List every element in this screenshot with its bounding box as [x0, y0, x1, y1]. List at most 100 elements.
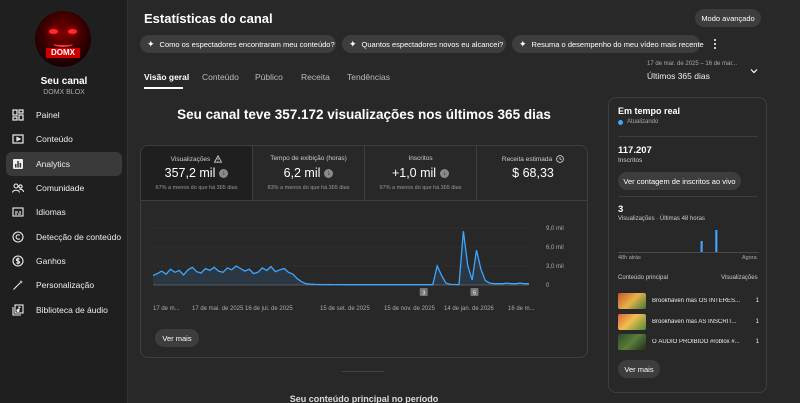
metric-comparison: 67% a menos do que há 365 dias: [155, 185, 238, 191]
metric-value: 6,2 mil ↓: [253, 166, 364, 180]
ask-chip-2[interactable]: ✦ Quantos espectadores novos eu alcancei…: [342, 35, 506, 53]
chart-x-tick-label: 16 de m...: [508, 306, 535, 312]
date-range-text: 17 de mar. de 2025 – 16 de mar...: [647, 61, 738, 67]
realtime-card: Em tempo real Atualizando 117.207 Inscri…: [608, 97, 767, 393]
video-views: 1: [755, 339, 759, 345]
chart-y-tick-label: 0: [546, 283, 550, 289]
sidebar-item-label: Personalização: [36, 280, 95, 290]
chevron-down-icon[interactable]: [750, 67, 758, 75]
sidebar-item-analytics[interactable]: Analytics: [6, 152, 122, 176]
metric-value: +1,0 mil ↓: [365, 166, 476, 180]
realtime-title: Em tempo real: [618, 106, 681, 116]
sidebar-item-conteudo[interactable]: Conteúdo: [6, 127, 122, 151]
tab-receita[interactable]: Receita: [301, 72, 330, 82]
top-video-row[interactable]: Brookhaven mas OS INTERES... 1: [618, 293, 759, 309]
realtime-views-label: Visualizações · Últimas 48 horas: [618, 216, 705, 222]
sparkle-icon: ✦: [519, 38, 527, 49]
chart-x-tick-label: 15 de set. de 2025: [320, 306, 370, 312]
realtime-subscribers-label: Inscritos: [618, 157, 643, 164]
chip-label: Como os espectadores encontraram meu con…: [159, 39, 335, 49]
metric-label-text: Visualizações: [170, 155, 211, 163]
avatar-mouth: [53, 41, 73, 47]
metric-value-text: 6,2 mil: [283, 166, 321, 180]
channel-avatar[interactable]: DOMX: [35, 11, 91, 67]
sidebar-item-label: Conteúdo: [36, 134, 73, 144]
metric-label: Visualizações: [141, 155, 252, 163]
metric-label: Tempo de exibição (horas): [270, 155, 347, 162]
overview-headline: Seu canal teve 357.172 visualizações nos…: [177, 107, 551, 122]
sidebar-item-label: Painel: [36, 110, 60, 120]
advanced-mode-button[interactable]: Modo avançado: [695, 9, 761, 27]
sidebar-item-ganhos[interactable]: Ganhos: [6, 249, 122, 273]
divider: [618, 136, 758, 137]
sidebar-item-biblioteca-audio[interactable]: Biblioteca de áudio: [6, 298, 122, 322]
video-thumbnail: [618, 293, 646, 309]
views-header: Visualizações: [721, 275, 758, 281]
metric-divider: [141, 200, 587, 201]
metric-subscribers[interactable]: Inscritos +1,0 mil ↓ 97% a menos do que …: [365, 146, 477, 200]
clock-icon: [556, 155, 564, 163]
top-video-row[interactable]: O ÁUDIO PROIBIDO #roblox #... 1: [618, 334, 759, 350]
chip-label: Quantos espectadores novos eu alcancei?: [361, 39, 504, 49]
realtime-bar-chart[interactable]: [618, 223, 759, 253]
sidebar-item-idiomas[interactable]: Idiomas: [6, 200, 122, 224]
realtime-views: 3: [618, 204, 624, 215]
top-content-title: Seu conteúdo principal no período: [289, 394, 439, 403]
copyright-icon: [12, 231, 24, 243]
metric-value-text: 357,2 mil: [164, 166, 216, 180]
top-video-row[interactable]: Brookhaven mas AS INSCRIT... 1: [618, 314, 759, 330]
chart-x-tick-label: 14 de jan. de 2026: [444, 306, 494, 312]
chart-y-tick-label: 3,0 mil: [546, 264, 564, 270]
video-title: O ÁUDIO PROIBIDO #roblox #...: [652, 339, 740, 345]
divider: [618, 196, 758, 197]
realtime-status: Atualizando: [618, 119, 658, 125]
sidebar-item-label: Comunidade: [36, 183, 85, 193]
community-icon: [12, 182, 24, 194]
sidebar-item-personalizacao[interactable]: Personalização: [6, 273, 122, 297]
sidebar-item-deteccao[interactable]: Detecção de conteúdo: [6, 225, 122, 249]
ask-chip-3[interactable]: ✦ Resuma o desempenho do meu vídeo mais …: [512, 35, 704, 53]
sidebar-item-label: Idiomas: [36, 207, 66, 217]
chart-y-tick-label: 9,0 mil: [546, 226, 564, 232]
metric-views[interactable]: Visualizações 357,2 mil ↓ 67% a menos do…: [141, 146, 253, 200]
sidebar: DOMX Seu canal DOMX BLOX Painel Conteúdo…: [0, 0, 128, 403]
sidebar-item-painel[interactable]: Painel: [6, 103, 122, 127]
audio-library-icon: [12, 304, 24, 316]
realtime-see-more-button[interactable]: Ver mais: [618, 360, 660, 378]
page-title: Estatísticas do canal: [144, 11, 273, 26]
metric-value: 357,2 mil ↓: [141, 166, 252, 180]
tab-visao-geral[interactable]: Visão geral: [144, 72, 189, 82]
tab-tendencias[interactable]: Tendências: [347, 72, 390, 82]
metric-value: $ 68,33: [512, 166, 554, 180]
views-line-chart[interactable]: 9,0 mil 6,0 mil 3,0 mil 0 3 5 17 de m... 17 de …: [141, 206, 588, 318]
video-views: 1: [755, 319, 759, 325]
overview-see-more-button[interactable]: Ver mais: [155, 329, 199, 347]
date-range-label[interactable]: Últimos 365 dias: [647, 71, 710, 81]
sidebar-item-label: Analytics: [36, 159, 71, 169]
tab-publico[interactable]: Público: [255, 72, 283, 82]
avatar-tag: DOMX: [46, 48, 80, 58]
arrow-down-icon: ↓: [324, 168, 334, 178]
chart-x-tick-label: 17 de mai. de 2025: [192, 306, 244, 312]
subtitles-icon: [12, 206, 24, 218]
active-tab-indicator: [144, 87, 183, 89]
sidebar-item-comunidade[interactable]: Comunidade: [6, 176, 122, 200]
metric-watch-time[interactable]: Tempo de exibição (horas) 6,2 mil ↓ 83% …: [253, 146, 365, 200]
live-subscriber-count-button[interactable]: Ver contagem de inscritos ao vivo: [618, 172, 741, 190]
realtime-bar: [715, 230, 718, 252]
tab-conteudo[interactable]: Conteúdo: [202, 72, 239, 82]
chart-x-tick-label: 16 de jul. de 2025: [245, 306, 293, 312]
sparkle-icon: ✦: [147, 38, 155, 49]
video-title: Brookhaven mas AS INSCRIT...: [652, 319, 737, 325]
metrics-card: Visualizações 357,2 mil ↓ 67% a menos do…: [140, 145, 588, 358]
ask-chip-1[interactable]: ✦ Como os espectadores encontraram meu c…: [140, 35, 336, 53]
more-vert-icon[interactable]: [711, 37, 719, 51]
video-thumbnail: [618, 334, 646, 350]
channel-name: Seu canal: [40, 76, 88, 87]
metric-value-text: +1,0 mil: [391, 166, 437, 180]
metric-revenue[interactable]: Receita estimada $ 68,33: [477, 146, 587, 200]
chip-label: Resuma o desempenho do meu vídeo mais re…: [531, 39, 704, 49]
chart-y-tick-label: 6,0 mil: [546, 245, 564, 251]
chart-x-tick-label: 17 de m...: [153, 306, 180, 312]
analytics-icon: [12, 158, 24, 170]
